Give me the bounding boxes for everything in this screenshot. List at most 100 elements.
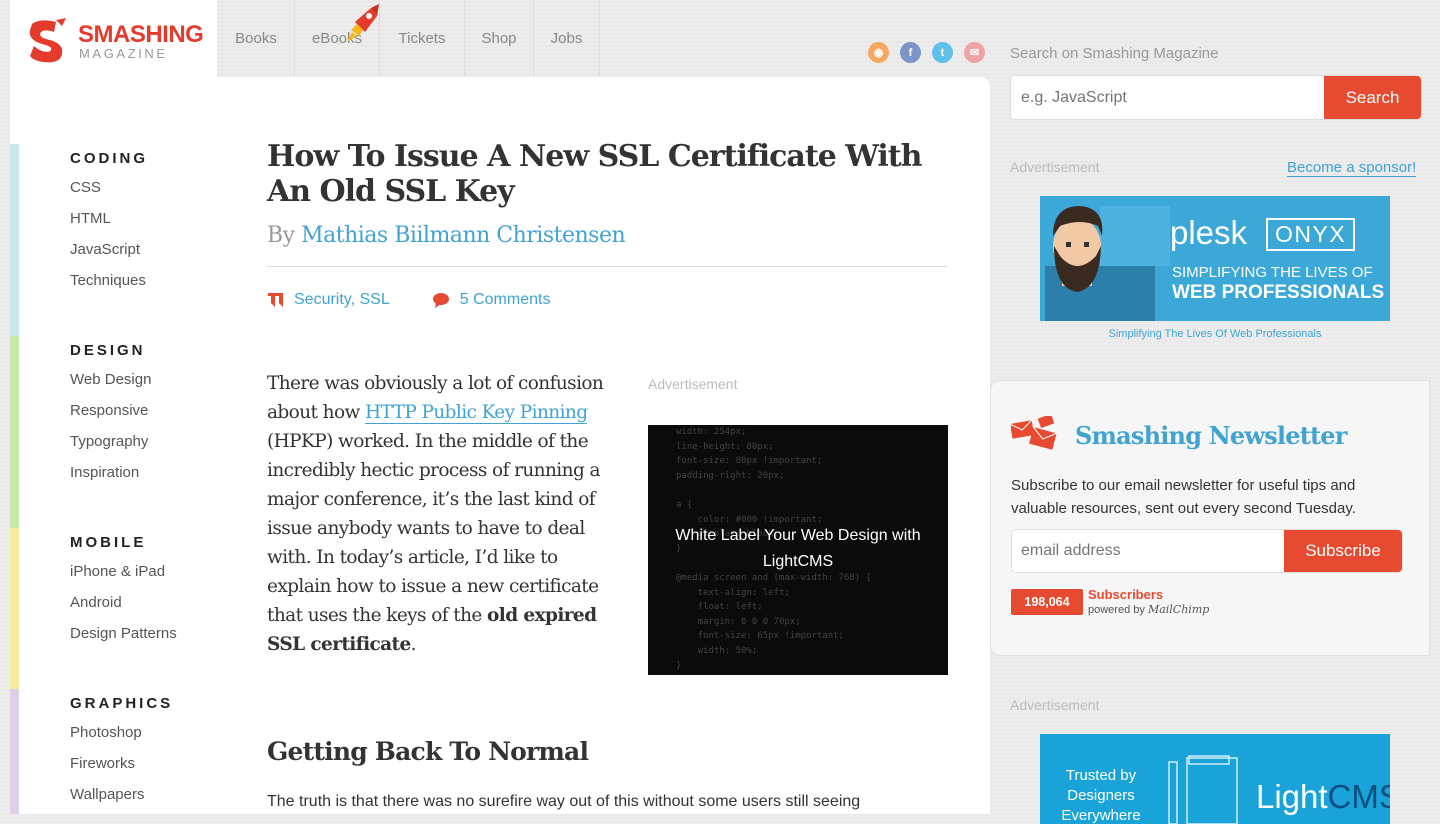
coding-stripe [10, 144, 19, 336]
ad-label: Advertisement [648, 376, 738, 392]
smashing-logo-icon [29, 18, 66, 63]
sidebar-item-inspiration[interactable]: Inspiration [70, 463, 151, 494]
powered-by: powered by MailChimp [1088, 603, 1209, 616]
byline-prefix: By [267, 223, 295, 248]
logo-title: SMASHING [78, 21, 204, 48]
article-intro: There was obviously a lot of confusion a… [267, 369, 619, 659]
comments-link[interactable]: 5 Comments [460, 291, 551, 309]
category-coding: CODING CSS HTML JavaScript Techniques [70, 150, 148, 302]
sidebar-item-fireworks[interactable]: Fireworks [70, 754, 173, 785]
comment-icon [432, 293, 449, 308]
email-icon[interactable]: ✉ [964, 42, 985, 63]
rss-icon[interactable]: ◉ [868, 42, 889, 63]
powered-by-label: powered by [1088, 604, 1145, 616]
facebook-icon[interactable]: f [900, 42, 921, 63]
envelope-icon [1011, 416, 1057, 450]
rocket-mascot-icon [347, 4, 379, 42]
category-graphics: GRAPHICS Photoshop Fireworks Wallpapers [70, 695, 173, 816]
sidebar-item-responsive[interactable]: Responsive [70, 401, 151, 432]
category-title: GRAPHICS [70, 695, 174, 712]
section-paragraph: The truth is that there was no surefire … [267, 793, 861, 810]
mailchimp-logo: MailChimp [1147, 603, 1210, 616]
nav-label: Books [235, 30, 277, 47]
nav-tickets[interactable]: Tickets [380, 0, 465, 77]
search-label: Search on Smashing Magazine [1010, 45, 1219, 62]
inline-advertisement[interactable]: width: 254px; line-height: 80px; font-si… [648, 425, 948, 675]
category-mobile: MOBILE iPhone & iPad Android Design Patt… [70, 534, 177, 655]
tag-icon [268, 293, 283, 307]
category-title: MOBILE [70, 534, 147, 551]
lightcms-advertisement[interactable]: Trusted by Designers Everywhere LightCMS [1040, 734, 1390, 824]
plesk-advertisement[interactable]: plesk ONYX SIMPLIFYING THE LIVES OF WEB … [1040, 196, 1390, 321]
intro-text: (HPKP) worked. In the middle of the incr… [267, 431, 601, 626]
sidebar-item-javascript[interactable]: JavaScript [70, 240, 148, 271]
mobile-stripe [10, 528, 19, 689]
category-title: DESIGN [70, 342, 146, 359]
tags-link[interactable]: Security, SSL [294, 291, 390, 309]
plesk-line2: WEB PROFESSIONALS [1172, 282, 1385, 303]
graphics-stripe [10, 689, 19, 814]
twitter-icon[interactable]: t [932, 42, 953, 63]
sidebar-item-iphone-ipad[interactable]: iPhone & iPad [70, 562, 177, 593]
nav-label: Shop [481, 30, 517, 47]
sidebar-item-css[interactable]: CSS [70, 178, 148, 209]
lightcms-line3: Everywhere [1061, 807, 1141, 824]
sidebar-item-web-design[interactable]: Web Design [70, 370, 151, 401]
ad-label: Advertisement [1010, 159, 1100, 175]
plesk-caption[interactable]: Simplifying The Lives Of Web Professiona… [1040, 328, 1390, 340]
subscribe-button[interactable]: Subscribe [1284, 530, 1402, 572]
lightcms-line2: Designers [1067, 787, 1135, 804]
nav-books[interactable]: Books [218, 0, 295, 77]
newsletter-description: Subscribe to our email newsletter for us… [1011, 477, 1356, 517]
category-sidebar: CODING CSS HTML JavaScript Techniques DE… [10, 77, 217, 814]
top-navigation: Books eBooks Tickets Shop Jobs [218, 0, 600, 77]
subscribers-label: Subscribers [1088, 587, 1164, 602]
lightcms-tagline: Trusted by Designers Everywhere [1040, 766, 1162, 824]
hpkp-link[interactable]: HTTP Public Key Pinning [365, 402, 588, 424]
ad-text: White Label Your Web Design with LightCM… [675, 527, 921, 570]
nav-label: Jobs [550, 30, 583, 47]
category-title: CODING [70, 150, 148, 167]
plesk-product: ONYX [1266, 218, 1356, 251]
become-sponsor-link[interactable]: Become a sponsor! [1287, 159, 1417, 177]
email-field[interactable] [1012, 530, 1284, 572]
lightcms-brand-cms: CMS [1327, 778, 1390, 815]
sidebar-item-html[interactable]: HTML [70, 209, 148, 240]
plesk-line1: SIMPLIFYING THE LIVES OF [1172, 264, 1373, 281]
lightcms-brand: LightCMS [1256, 778, 1390, 816]
section-heading: Getting Back To Normal [267, 737, 589, 766]
newsletter-title: Smashing Newsletter [1075, 421, 1347, 450]
lightcms-line1: Trusted by [1065, 767, 1137, 784]
sidebar-item-techniques[interactable]: Techniques [70, 271, 148, 302]
plesk-brand: plesk [1170, 214, 1248, 251]
search-button[interactable]: Search [1324, 76, 1421, 119]
logo-subtitle: MAGAZINE [79, 46, 168, 61]
newsletter-form: Subscribe [1011, 529, 1403, 573]
article-title: How To Issue A New SSL Certificate With … [267, 139, 922, 209]
nav-jobs[interactable]: Jobs [534, 0, 600, 77]
article-main: How To Issue A New SSL Certificate With … [217, 77, 990, 814]
lightcms-brand-light: Light [1256, 778, 1328, 815]
nav-shop[interactable]: Shop [465, 0, 534, 77]
subscriber-count: 198,064 [1011, 589, 1083, 615]
newsletter-box: Smashing Newsletter Subscribe to our ema… [990, 380, 1430, 656]
ad-label: Advertisement [1010, 697, 1100, 713]
search-input[interactable] [1011, 76, 1324, 119]
ruler-pencil-icon [1168, 755, 1238, 824]
sidebar-item-typography[interactable]: Typography [70, 432, 151, 463]
social-links: ◉ f t ✉ [868, 42, 985, 63]
divider [267, 266, 948, 267]
logo[interactable]: SMASHING MAGAZINE [10, 0, 217, 77]
sidebar-item-photoshop[interactable]: Photoshop [70, 723, 173, 754]
sidebar-item-wallpapers[interactable]: Wallpapers [70, 785, 173, 816]
author-link[interactable]: Mathias Biilmann Christensen [301, 223, 626, 248]
byline: By Mathias Biilmann Christensen [267, 223, 626, 248]
search-form: Search [1010, 75, 1422, 120]
category-design: DESIGN Web Design Responsive Typography … [70, 342, 151, 494]
nav-label: Tickets [398, 30, 446, 47]
sidebar-item-design-patterns[interactable]: Design Patterns [70, 624, 177, 655]
design-stripe [10, 336, 19, 528]
sidebar-item-android[interactable]: Android [70, 593, 177, 624]
article-meta: Security, SSL 5 Comments [267, 291, 550, 309]
intro-text: . [410, 634, 417, 655]
